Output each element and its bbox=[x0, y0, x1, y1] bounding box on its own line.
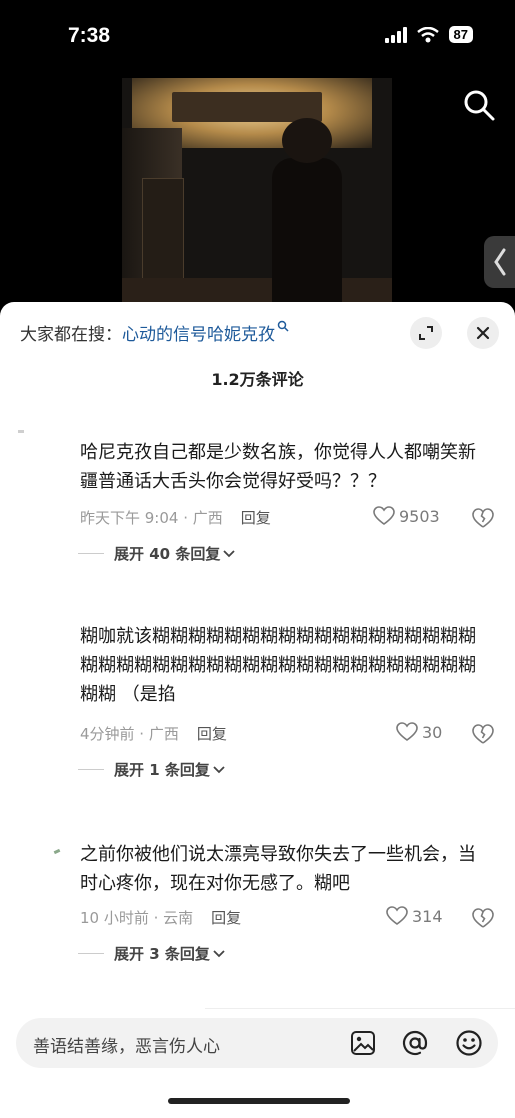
comment-time-location: 昨天下午 9:04 · 广西 bbox=[80, 509, 223, 527]
like-button[interactable]: 9503 bbox=[373, 506, 440, 526]
comment-input[interactable]: 善语结善缘，恶言伤人心 bbox=[16, 1018, 498, 1068]
heart-icon bbox=[386, 906, 408, 925]
comment-item: 之前你被他们说太漂亮导致你失去了一些机会，当时心疼你，现在对你无感了。糊吧 10… bbox=[78, 840, 494, 963]
avatar-fragment bbox=[53, 848, 61, 855]
status-icons: 87 bbox=[384, 26, 473, 43]
close-button[interactable] bbox=[467, 317, 499, 349]
comment-item: 糊咖就该糊糊糊糊糊糊糊糊糊糊糊糊糊糊糊糊糊糊糊糊糊糊糊糊糊糊糊糊糊糊糊糊糊糊糊糊… bbox=[78, 622, 494, 779]
like-button[interactable]: 30 bbox=[396, 722, 442, 742]
expand-replies-label: 展开 3 条回复 bbox=[114, 945, 210, 963]
comment-time-location: 10 小时前 · 云南 bbox=[80, 909, 194, 927]
battery-indicator: 87 bbox=[448, 26, 473, 43]
chevron-down-icon bbox=[213, 765, 225, 773]
comment-text: 哈尼克孜自己都是少数名族，你觉得人人都嘲笑新疆普通话大舌头你会觉得好受吗？？？ bbox=[80, 442, 476, 492]
expand-replies-button[interactable]: 展开 3 条回复 bbox=[78, 943, 225, 964]
broken-heart-icon[interactable] bbox=[471, 906, 495, 930]
like-count: 30 bbox=[422, 722, 443, 742]
like-count: 9503 bbox=[399, 506, 440, 526]
expand-icon bbox=[419, 326, 433, 340]
comment-item: 哈尼克孜自己都是少数名族，你觉得人人都嘲笑新疆普通话大舌头你会觉得好受吗？？？ … bbox=[78, 438, 494, 563]
like-button[interactable]: 314 bbox=[386, 906, 443, 926]
broken-heart-icon[interactable] bbox=[471, 506, 495, 530]
video-figure-head bbox=[282, 118, 332, 163]
like-count: 314 bbox=[412, 906, 443, 926]
comment-time-location: 4分钟前 · 广西 bbox=[80, 725, 179, 743]
expand-replies-label: 展开 1 条回复 bbox=[114, 761, 210, 779]
comment-sheet: 大家都在搜：心动的信号哈妮克孜 1.2万条评论 哈尼克孜自己都是少数名族，你觉得… bbox=[0, 302, 515, 1118]
side-panel-tab[interactable] bbox=[484, 236, 515, 288]
status-bar: 7:38 87 bbox=[0, 0, 515, 75]
wifi-icon bbox=[416, 26, 439, 42]
expand-replies-button[interactable]: 展开 40 条回复 bbox=[78, 543, 235, 564]
hot-search-term[interactable]: 心动的信号哈妮克孜 bbox=[122, 325, 275, 345]
chevron-down-icon bbox=[223, 549, 235, 557]
reply-button[interactable]: 回复 bbox=[211, 909, 241, 927]
comment-text: 之前你被他们说太漂亮导致你失去了一些机会，当时心疼你，现在对你无感了。糊吧 bbox=[80, 844, 476, 894]
heart-icon bbox=[373, 506, 395, 525]
heart-icon bbox=[396, 722, 418, 741]
close-icon bbox=[476, 326, 490, 340]
avatar-fragment bbox=[18, 430, 24, 433]
broken-heart-icon[interactable] bbox=[471, 722, 495, 746]
divider bbox=[205, 1008, 515, 1009]
emoji-icon[interactable] bbox=[455, 1029, 483, 1057]
video-thumbnail[interactable] bbox=[122, 78, 392, 304]
expand-button[interactable] bbox=[410, 317, 442, 349]
comment-meta: 4分钟前 · 广西 回复 bbox=[80, 723, 227, 744]
comment-count: 1.2万条评论 bbox=[211, 370, 304, 389]
signal-icon bbox=[384, 26, 407, 43]
hot-search-prefix: 大家都在搜： bbox=[20, 325, 122, 345]
image-icon[interactable] bbox=[350, 1030, 376, 1056]
at-icon[interactable] bbox=[401, 1029, 429, 1057]
reply-button[interactable]: 回复 bbox=[197, 725, 227, 743]
comment-meta: 昨天下午 9:04 · 广西 回复 bbox=[80, 507, 271, 528]
side-arrow-icon bbox=[494, 248, 506, 276]
comment-meta: 10 小时前 · 云南 回复 bbox=[80, 907, 241, 928]
video-floor bbox=[122, 278, 392, 304]
expand-replies-button[interactable]: 展开 1 条回复 bbox=[78, 759, 225, 780]
reply-button[interactable]: 回复 bbox=[241, 509, 271, 527]
search-icon[interactable] bbox=[462, 88, 496, 122]
hot-search-row[interactable]: 大家都在搜：心动的信号哈妮克孜 bbox=[20, 320, 289, 345]
comment-text-content: 糊咖就该糊糊糊糊糊糊糊糊糊糊糊糊糊糊糊糊糊糊糊糊糊糊糊糊糊糊糊糊糊糊糊糊糊糊糊糊… bbox=[80, 626, 476, 705]
chevron-down-icon bbox=[213, 949, 225, 957]
comment-text: 糊咖就该糊糊糊糊糊糊糊糊糊糊糊糊糊糊糊糊糊糊糊糊糊糊糊糊糊糊糊糊糊糊糊糊糊糊糊糊… bbox=[80, 622, 485, 709]
video-figure bbox=[272, 158, 342, 304]
comment-input-placeholder: 善语结善缘，恶言伤人心 bbox=[33, 1037, 220, 1057]
video-door bbox=[142, 178, 184, 280]
expand-replies-label: 展开 40 条回复 bbox=[114, 545, 221, 563]
search-small-icon bbox=[277, 320, 289, 332]
status-time: 7:38 bbox=[68, 24, 111, 47]
home-indicator bbox=[168, 1098, 350, 1104]
